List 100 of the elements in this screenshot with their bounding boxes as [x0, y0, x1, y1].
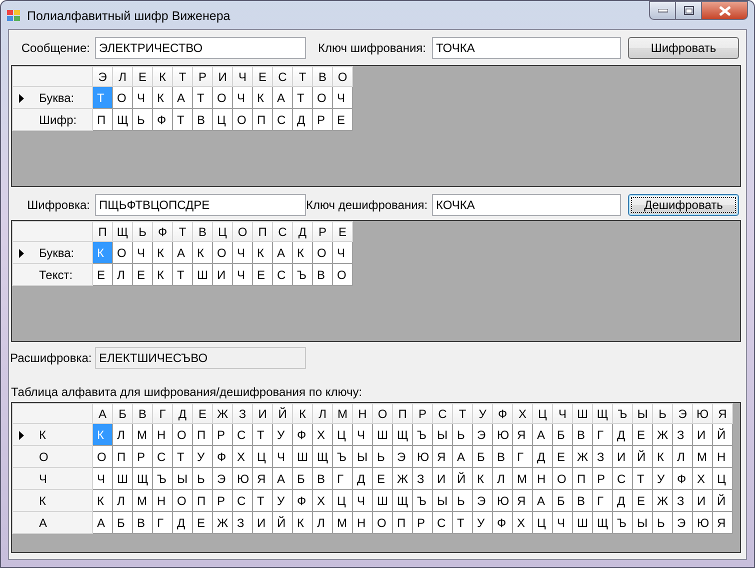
grid-cell[interactable]: С: [272, 264, 292, 286]
grid-cell[interactable]: Л: [672, 446, 692, 468]
grid-cell[interactable]: Ч: [92, 468, 112, 490]
grid-cell[interactable]: И: [212, 264, 232, 286]
grid-cell[interactable]: П: [392, 512, 412, 534]
grid-cell[interactable]: Д: [532, 446, 552, 468]
column-header[interactable]: Т: [452, 404, 472, 424]
grid-cell[interactable]: З: [672, 490, 692, 512]
column-header[interactable]: И: [252, 404, 272, 424]
grid-cell[interactable]: А: [172, 86, 192, 108]
grid-cell[interactable]: Т: [172, 108, 192, 130]
grid-cell[interactable]: З: [592, 446, 612, 468]
column-header[interactable]: С: [272, 222, 292, 242]
grid-cell[interactable]: У: [272, 424, 292, 446]
grid-cell[interactable]: Ч: [332, 242, 352, 264]
column-header[interactable]: Д: [292, 222, 312, 242]
grid-cell[interactable]: О: [312, 86, 332, 108]
grid-cell[interactable]: Т: [172, 446, 192, 468]
column-header[interactable]: С: [272, 66, 292, 86]
column-header[interactable]: Ч: [232, 66, 252, 86]
grid-cell[interactable]: Ш: [292, 446, 312, 468]
grid-cell[interactable]: Ш: [572, 512, 592, 534]
grid-cell[interactable]: Д: [352, 468, 372, 490]
row-header[interactable]: А: [12, 512, 92, 534]
column-header[interactable]: Щ: [112, 222, 132, 242]
grid-cell[interactable]: Ь: [452, 490, 472, 512]
grid-cell[interactable]: Л: [112, 264, 132, 286]
grid-cell[interactable]: Ы: [632, 512, 652, 534]
grid-cell[interactable]: К: [192, 242, 212, 264]
grid-cell[interactable]: П: [92, 108, 112, 130]
grid-cell[interactable]: Ч: [232, 242, 252, 264]
grid-cell[interactable]: И: [432, 468, 452, 490]
grid-cell[interactable]: З: [232, 512, 252, 534]
grid-cell[interactable]: С: [432, 512, 452, 534]
grid-cell[interactable]: Ч: [352, 490, 372, 512]
column-header[interactable]: Ц: [212, 222, 232, 242]
column-header[interactable]: В: [132, 404, 152, 424]
column-header[interactable]: К: [152, 66, 172, 86]
grid-cell[interactable]: Щ: [132, 468, 152, 490]
grid-cell[interactable]: Н: [712, 446, 732, 468]
column-header[interactable]: Ж: [212, 404, 232, 424]
grid-cell[interactable]: У: [192, 446, 212, 468]
column-header[interactable]: П: [392, 404, 412, 424]
grid-cell[interactable]: Т: [172, 264, 192, 286]
column-header[interactable]: С: [432, 404, 452, 424]
column-header[interactable]: Ц: [532, 404, 552, 424]
grid-cell[interactable]: К: [252, 242, 272, 264]
grid-cell[interactable]: А: [532, 490, 552, 512]
grid-cell[interactable]: Ч: [232, 86, 252, 108]
input-field[interactable]: ЭЛЕКТРИЧЕСТВО: [95, 37, 306, 59]
grid-cell[interactable]: К: [92, 490, 112, 512]
grid-cell[interactable]: И: [692, 424, 712, 446]
grid-cell[interactable]: А: [532, 424, 552, 446]
grid-cell[interactable]: Н: [152, 424, 172, 446]
grid-cell[interactable]: П: [112, 446, 132, 468]
row-header[interactable]: Текст:: [12, 264, 92, 286]
grid-cell[interactable]: Е: [252, 264, 272, 286]
grid-cell[interactable]: С: [272, 108, 292, 130]
grid-cell[interactable]: Е: [632, 424, 652, 446]
column-header[interactable]: Х: [512, 404, 532, 424]
grid-cell[interactable]: Е: [132, 264, 152, 286]
grid-cell[interactable]: Т: [192, 86, 212, 108]
grid-cell[interactable]: О: [372, 512, 392, 534]
column-header[interactable]: Я: [712, 404, 732, 424]
grid-cell[interactable]: Й: [632, 446, 652, 468]
input-field[interactable]: ТОЧКА: [432, 37, 621, 59]
column-header[interactable]: Ъ: [612, 404, 632, 424]
grid-cell[interactable]: Т: [632, 468, 652, 490]
grid-cell[interactable]: А: [272, 242, 292, 264]
column-header[interactable]: Г: [152, 404, 172, 424]
grid-cell[interactable]: Б: [112, 512, 132, 534]
grid-cell[interactable]: А: [92, 512, 112, 534]
grid-cell[interactable]: Ю: [692, 512, 712, 534]
grid-cell[interactable]: Т: [452, 512, 472, 534]
row-header[interactable]: Буква:: [12, 86, 92, 108]
grid-cell[interactable]: Р: [212, 424, 232, 446]
grid-cell[interactable]: Ч: [552, 512, 572, 534]
column-header[interactable]: Д: [172, 404, 192, 424]
grid-cell[interactable]: М: [692, 446, 712, 468]
grid-cell[interactable]: К: [252, 86, 272, 108]
grid-cell[interactable]: П: [572, 468, 592, 490]
column-header[interactable]: Л: [112, 66, 132, 86]
grid-cell[interactable]: Д: [172, 512, 192, 534]
column-header[interactable]: В: [192, 222, 212, 242]
grid-cell[interactable]: Ю: [232, 468, 252, 490]
grid-cell[interactable]: А: [272, 86, 292, 108]
grid-cell[interactable]: Ю: [492, 424, 512, 446]
column-header[interactable]: Т: [172, 222, 192, 242]
grid-cell[interactable]: Ы: [352, 446, 372, 468]
column-header[interactable]: Т: [292, 66, 312, 86]
grid-cell[interactable]: Ы: [432, 490, 452, 512]
grid-cell[interactable]: Й: [452, 468, 472, 490]
grid-cell[interactable]: В: [492, 446, 512, 468]
grid-cell[interactable]: Х: [512, 512, 532, 534]
column-header[interactable]: У: [472, 404, 492, 424]
grid-cell[interactable]: Ц: [252, 446, 272, 468]
input-field[interactable]: ПЩЬФТВЦОПСДРЕ: [95, 194, 306, 216]
grid-cell[interactable]: Ъ: [332, 446, 352, 468]
column-header[interactable]: О: [372, 404, 392, 424]
grid-cell[interactable]: К: [152, 264, 172, 286]
